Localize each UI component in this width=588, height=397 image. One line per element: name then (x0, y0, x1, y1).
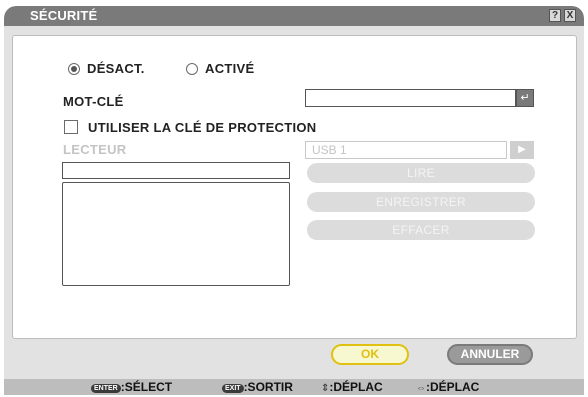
reader-field[interactable] (62, 162, 290, 179)
exit-key-icon: EXIT (222, 384, 244, 393)
radio-off[interactable]: DÉSACT. (68, 61, 168, 77)
cancel-button[interactable]: ANNULER (447, 344, 533, 365)
radio-on-label: ACTIVÉ (205, 61, 255, 76)
radio-on[interactable]: ACTIVÉ (186, 61, 276, 77)
key-hints-bar: ENTER:SÉLECT EXIT:SORTIR ⇕:DÉPLAC ⇔:DÉPL… (4, 379, 584, 395)
hint-exit-text: :SORTIR (243, 380, 293, 394)
hint-select-text: :SÉLECT (120, 380, 173, 394)
reader-device-select[interactable]: USB 1 (305, 141, 507, 159)
reader-label: LECTEUR (63, 142, 127, 157)
enter-icon[interactable]: ↵ (516, 89, 534, 107)
read-button[interactable]: LIRE (307, 163, 535, 183)
leftright-arrow-icon: ⇔ (416, 383, 426, 394)
protect-key-label: UTILISER LA CLÉ DE PROTECTION (88, 120, 317, 135)
radio-off-circle[interactable] (68, 63, 80, 75)
play-arrow-icon[interactable]: ▶ (510, 141, 534, 159)
hint-move-vertical-text: :DÉPLAC (329, 380, 383, 394)
help-icon[interactable]: ? (549, 9, 561, 22)
register-button[interactable]: ENREGISTRER (307, 192, 535, 212)
radio-off-label: DÉSACT. (87, 61, 145, 76)
protect-key-checkbox[interactable] (64, 120, 78, 134)
keyword-input[interactable] (305, 89, 516, 107)
reader-list[interactable] (62, 182, 290, 286)
hint-move-horizontal: ⇔:DÉPLAC (416, 380, 479, 394)
hint-move-vertical: ⇕:DÉPLAC (321, 380, 383, 394)
hint-exit: EXIT:SORTIR (222, 380, 293, 394)
title-bar: SÉCURITÉ ? X (4, 6, 584, 26)
keyword-label-main: MOT-CLÉ (63, 94, 124, 109)
delete-button[interactable]: EFFACER (307, 220, 535, 240)
hint-select: ENTER:SÉLECT (91, 380, 172, 394)
ok-button[interactable]: OK (331, 344, 409, 365)
close-icon[interactable]: X (564, 9, 576, 22)
enter-key-icon: ENTER (91, 384, 121, 393)
dialog-title: SÉCURITÉ (30, 8, 98, 23)
hint-move-horizontal-text: :DÉPLAC (426, 380, 480, 394)
radio-on-circle[interactable] (186, 63, 198, 75)
